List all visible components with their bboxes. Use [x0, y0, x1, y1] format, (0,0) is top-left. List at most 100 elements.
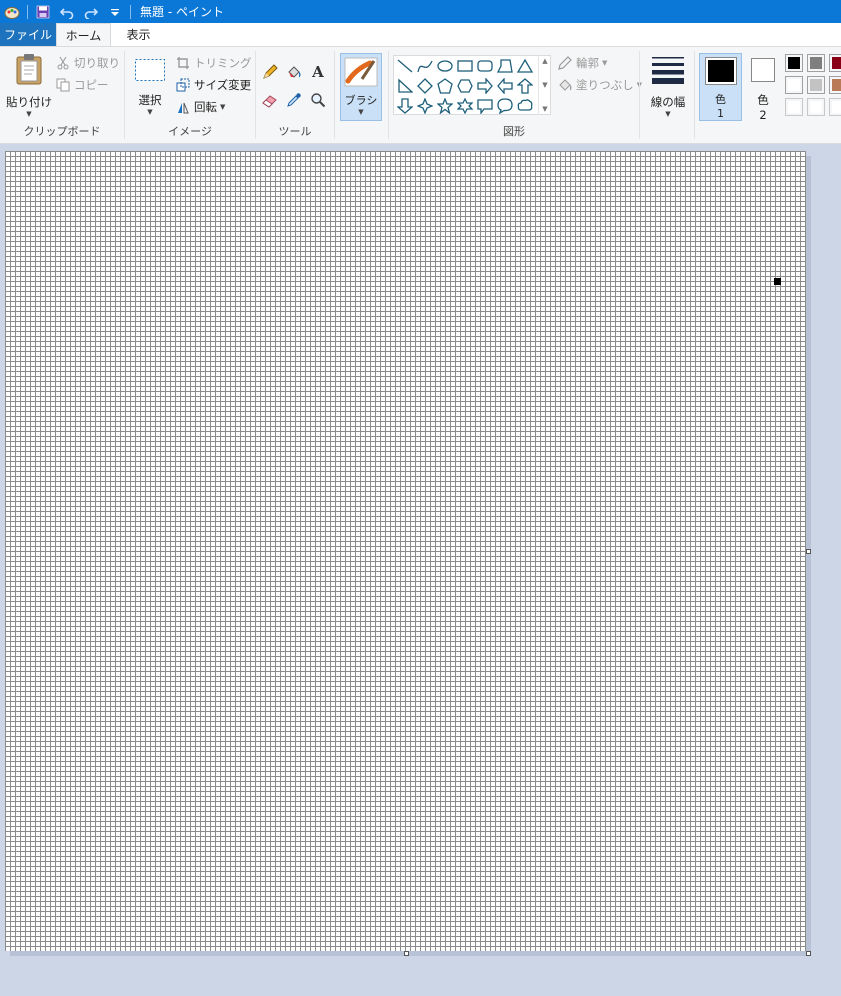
- palette-swatch-empty[interactable]: [807, 98, 825, 116]
- gallery-expand-icon[interactable]: ▼: [542, 105, 547, 113]
- tools-group: A ツール: [256, 47, 334, 143]
- tab-home[interactable]: ホーム: [56, 23, 111, 46]
- scroll-up-icon[interactable]: ▲: [542, 57, 547, 65]
- size-label: 線の幅: [650, 95, 686, 109]
- eraser-tool[interactable]: [262, 92, 281, 108]
- scissors-icon: [55, 55, 71, 71]
- shapes-scrollbar[interactable]: ▲ ▼ ▼: [538, 55, 551, 115]
- palette-swatch-brown[interactable]: [829, 76, 841, 94]
- line-shape-icon[interactable]: [396, 57, 414, 75]
- shapes-gallery: [393, 55, 551, 115]
- palette-swatch-gray[interactable]: [807, 54, 825, 72]
- tab-file[interactable]: ファイル: [0, 23, 56, 46]
- undo-icon[interactable]: [59, 4, 75, 20]
- up-arrow-shape-icon[interactable]: [516, 77, 534, 95]
- copy-button[interactable]: コピー: [55, 77, 109, 93]
- resize-button[interactable]: サイズ変更: [175, 77, 251, 93]
- brushes-dropdown-icon[interactable]: ▼: [358, 108, 363, 116]
- size-button[interactable]: 線の幅 ▼: [645, 55, 691, 118]
- clipboard-group-label: クリップボード: [23, 125, 101, 138]
- text-tool[interactable]: A: [310, 63, 329, 81]
- paste-dropdown-icon[interactable]: ▼: [26, 110, 31, 118]
- outline-button[interactable]: 輪郭 ▼: [557, 55, 607, 71]
- fill-tool[interactable]: [286, 64, 305, 80]
- polygon-shape-icon[interactable]: [496, 57, 514, 75]
- rotate-button[interactable]: 回転 ▼: [175, 99, 225, 115]
- oval-shape-icon[interactable]: [436, 57, 454, 75]
- size-dropdown-icon[interactable]: ▼: [665, 110, 670, 118]
- scroll-down-icon[interactable]: ▼: [542, 81, 547, 89]
- six-point-star-shape-icon[interactable]: [456, 97, 474, 115]
- rectangle-callout-shape-icon[interactable]: [476, 97, 494, 115]
- select-button[interactable]: 選択 ▼: [131, 57, 169, 116]
- outline-dropdown-icon[interactable]: ▼: [602, 59, 607, 67]
- resize-handle-right[interactable]: [806, 549, 811, 554]
- crop-label: トリミング: [194, 56, 252, 70]
- crop-button[interactable]: トリミング: [175, 55, 252, 71]
- rounded-rectangle-shape-icon[interactable]: [476, 57, 494, 75]
- color1-button[interactable]: 色 1: [699, 53, 742, 121]
- palette-swatch-dark-red[interactable]: [829, 54, 841, 72]
- brush-icon: [344, 57, 378, 90]
- brushes-button[interactable]: ブラシ ▼: [340, 53, 382, 121]
- palette-swatch-light-gray[interactable]: [807, 76, 825, 94]
- color2-button[interactable]: 色 2: [748, 55, 778, 122]
- eraser-icon: [262, 92, 278, 108]
- rotate-label: 回転: [194, 100, 217, 114]
- line-width-icon: [651, 55, 685, 88]
- four-point-star-shape-icon[interactable]: [416, 97, 434, 115]
- rotate-icon: [175, 99, 191, 115]
- text-a-icon: A: [312, 63, 324, 81]
- palette-swatch-empty[interactable]: [785, 98, 803, 116]
- rotate-dropdown-icon[interactable]: ▼: [220, 103, 225, 111]
- brushes-label: ブラシ: [344, 94, 378, 107]
- qat-separator: [130, 4, 131, 19]
- select-rectangle-icon: [134, 57, 166, 86]
- rectangle-shape-icon[interactable]: [456, 57, 474, 75]
- window-title: 無題 - ペイント: [140, 5, 224, 19]
- group-divider: [639, 51, 640, 139]
- pentagon-shape-icon[interactable]: [436, 77, 454, 95]
- color2-swatch: [751, 58, 775, 82]
- image-group-label: イメージ: [168, 125, 212, 138]
- clipboard-icon: [14, 53, 44, 88]
- magnifier-icon: [310, 92, 326, 108]
- palette-swatch-empty[interactable]: [829, 98, 841, 116]
- down-arrow-shape-icon[interactable]: [396, 97, 414, 115]
- palette-swatch-white[interactable]: [785, 76, 803, 94]
- select-dropdown-icon[interactable]: ▼: [147, 108, 152, 116]
- resize-handle-corner[interactable]: [806, 951, 811, 956]
- select-label: 選択: [138, 93, 162, 107]
- tab-view[interactable]: 表示: [111, 23, 166, 46]
- five-point-star-shape-icon[interactable]: [436, 97, 454, 115]
- group-divider: [694, 51, 695, 139]
- fill-shape-button[interactable]: 塗りつぶし ▼: [557, 77, 642, 93]
- ribbon: 貼り付け ▼ 切り取り コピー クリップボード 選択 ▼ トリミング サイズ変更…: [0, 46, 841, 144]
- right-triangle-shape-icon[interactable]: [396, 77, 414, 95]
- color-picker-tool[interactable]: [286, 92, 305, 108]
- redo-icon[interactable]: [83, 4, 99, 20]
- left-arrow-shape-icon[interactable]: [496, 77, 514, 95]
- hexagon-shape-icon[interactable]: [456, 77, 474, 95]
- paste-button[interactable]: 貼り付け ▼: [5, 53, 53, 118]
- magnifier-tool[interactable]: [310, 92, 329, 108]
- right-arrow-shape-icon[interactable]: [476, 77, 494, 95]
- curve-shape-icon[interactable]: [416, 57, 434, 75]
- cut-button[interactable]: 切り取り: [55, 55, 120, 71]
- palette-swatch-black[interactable]: [785, 54, 803, 72]
- save-icon[interactable]: [35, 4, 51, 20]
- color1-swatch: [704, 57, 737, 85]
- diamond-shape-icon[interactable]: [416, 77, 434, 95]
- customize-qat-icon[interactable]: [107, 4, 123, 20]
- triangle-shape-icon[interactable]: [516, 57, 534, 75]
- cloud-callout-shape-icon[interactable]: [516, 97, 534, 115]
- resize-label: サイズ変更: [194, 78, 252, 92]
- paint-app-icon[interactable]: [4, 4, 20, 20]
- resize-handle-bottom[interactable]: [404, 951, 409, 956]
- outline-pen-icon: [557, 55, 573, 71]
- drawing-canvas[interactable]: [5, 151, 806, 951]
- eyedropper-icon: [286, 92, 302, 108]
- qat-separator: [27, 4, 28, 19]
- oval-callout-shape-icon[interactable]: [496, 97, 514, 115]
- pencil-tool[interactable]: [262, 64, 281, 80]
